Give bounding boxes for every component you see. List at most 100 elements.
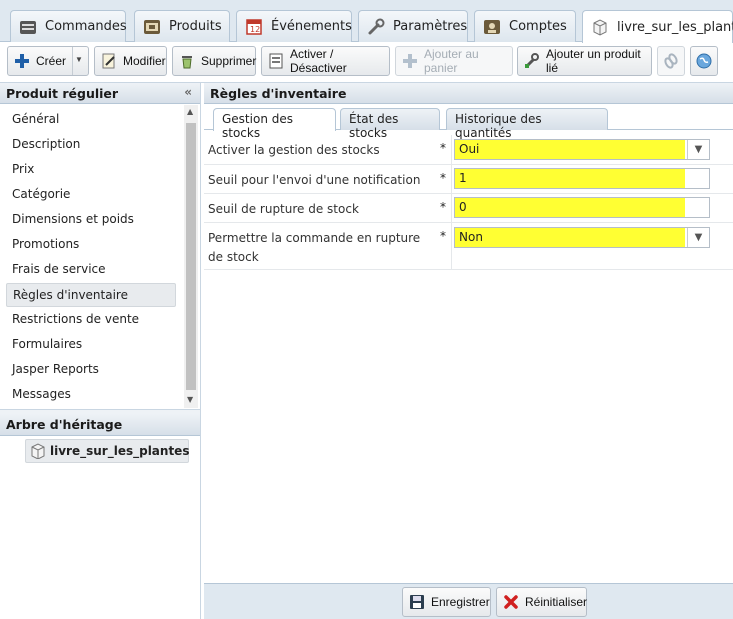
toggle-label: Activer / Désactiver [290,47,347,75]
tab-livre-sur-les-plantes[interactable]: livre_sur_les_plantes [582,10,733,43]
left-panel-header: Produit régulier « [0,83,200,104]
panel-title: Produit régulier [6,86,119,101]
globe-button[interactable] [690,46,718,76]
nav-item-regles-inventaire[interactable]: Règles d'inventaire [6,283,176,307]
content-header: Règles d'inventaire [204,83,733,104]
create-button[interactable]: Créer ▼ [7,46,89,76]
add-linked-label: Ajouter un produit lié [546,47,641,75]
nav-item-restrictions[interactable]: Restrictions de vente [6,308,176,332]
red-x-icon [503,594,519,610]
nav-item-formulaires[interactable]: Formulaires [6,333,176,357]
scroll-up-icon[interactable]: ▲ [187,107,193,116]
chevron-down-icon[interactable]: ▼ [687,228,709,247]
tab-gestion-stocks[interactable]: Gestion des stocks [213,108,336,140]
tab-produits[interactable]: Produits [134,10,230,42]
plus-icon [14,53,30,69]
add-linked-icon [524,53,540,69]
required-star: * [440,171,446,185]
tree-panel-header: Arbre d'héritage [0,414,200,436]
nav-item-promotions[interactable]: Promotions [6,233,176,257]
tab-historique-quantites[interactable]: Historique des quantités [446,108,608,140]
left-navigation-panel: Produit régulier « Général Description P… [0,83,201,619]
collapse-left-icon[interactable]: « [184,85,192,99]
tab-label: Événements [271,19,352,34]
select-value: Oui [455,140,685,159]
link-button[interactable] [657,46,685,76]
tree-title: Arbre d'héritage [6,417,123,432]
delete-button[interactable]: Supprimer [172,46,256,76]
field-label: Seuil pour l'envoi d'une notification [208,173,421,187]
chain-link-icon [663,53,679,69]
add-to-cart-button[interactable]: Ajouter au panier [395,46,513,76]
required-star: * [440,141,446,155]
section-nav-list: Général Description Prix Catégorie Dimen… [0,105,184,405]
add-to-cart-label: Ajouter au panier [424,47,479,75]
nav-item-messages[interactable]: Messages [6,383,176,407]
stock-management-select[interactable]: Oui ▼ [454,139,710,160]
required-star: * [440,200,446,214]
toggle-active-button[interactable]: Activer / Désactiver [261,46,390,76]
tab-evenements[interactable]: 12 Événements [236,10,352,42]
content-panel: Règles d'inventaire Gestion des stocks É… [204,83,733,619]
wrench-icon [367,18,385,36]
select-value: Non [455,228,685,247]
trash-icon [179,53,195,69]
tab-label: livre_sur_les_plantes [617,19,733,35]
notification-threshold-input[interactable]: 1 [454,168,710,189]
chevron-down-icon[interactable]: ▼ [687,140,709,159]
stockout-threshold-input[interactable]: 0 [454,197,710,218]
tab-label: Comptes [509,19,567,34]
form-row-notification-threshold: Seuil pour l'envoi d'une notification * … [204,165,733,194]
reset-label: Réinitialiser [525,595,588,609]
content-title: Règles d'inventaire [210,86,347,101]
nav-item-prix[interactable]: Prix [6,158,176,182]
required-star: * [440,229,446,243]
form-row-stock-management: Activer la gestion des stocks * Oui ▼ [204,135,733,165]
edit-document-icon [101,53,117,69]
split-divider [72,47,73,75]
orders-icon [19,18,37,36]
tab-label: Produits [169,19,222,34]
tree-node-label: livre_sur_les_plantes [50,444,190,458]
scroll-down-icon[interactable]: ▼ [187,395,193,404]
allow-backorder-select[interactable]: Non ▼ [454,227,710,248]
input-value: 1 [455,169,685,188]
nav-scrollbar[interactable]: ▲ ▼ [184,105,198,408]
reset-button[interactable]: Réinitialiser [496,587,587,617]
tab-etat-stocks[interactable]: État des stocks [340,108,440,140]
scrollbar-thumb[interactable] [186,123,196,390]
chevron-down-icon[interactable]: ▼ [75,55,83,64]
action-toolbar: Créer ▼ Modifier Supprimer Activer / Dés… [0,43,733,83]
field-label: Seuil de rupture de stock [208,202,359,216]
field-label: Permettre la commande en rupture de stoc… [208,231,421,264]
delete-label: Supprimer [201,54,257,68]
nav-item-frais-service[interactable]: Frais de service [6,258,176,282]
globe-icon [696,53,712,69]
save-label: Enregistrer [431,595,490,609]
tree-node-product[interactable]: livre_sur_les_plantes [25,439,189,463]
nav-item-jasper[interactable]: Jasper Reports [6,358,176,382]
save-button[interactable]: Enregistrer [402,587,491,617]
accounts-icon [483,18,501,36]
field-label: Activer la gestion des stocks [208,143,380,157]
form-row-allow-backorder: Permettre la commande en rupture de stoc… [204,223,733,270]
edit-button[interactable]: Modifier [94,46,167,76]
form-row-stockout-threshold: Seuil de rupture de stock * 0 [204,194,733,223]
nav-item-dimensions[interactable]: Dimensions et poids [6,208,176,232]
tab-parametres[interactable]: Paramètres [358,10,468,42]
nav-item-description[interactable]: Description [6,133,176,157]
tab-comptes[interactable]: Comptes [474,10,576,42]
svg-text:12: 12 [250,25,260,34]
nav-item-categorie[interactable]: Catégorie [6,183,176,207]
add-linked-product-button[interactable]: Ajouter un produit lié [517,46,652,76]
products-icon [143,18,161,36]
subtab-bar: Gestion des stocks État des stocks Histo… [204,105,733,140]
toggle-document-icon [268,53,284,69]
edit-label: Modifier [123,54,166,68]
calendar-icon: 12 [245,18,263,36]
tab-commandes[interactable]: Commandes [10,10,127,42]
create-label: Créer [36,54,67,68]
product-box-icon [30,443,46,460]
tab-label: Paramètres [393,19,468,34]
nav-item-general[interactable]: Général [6,108,176,132]
